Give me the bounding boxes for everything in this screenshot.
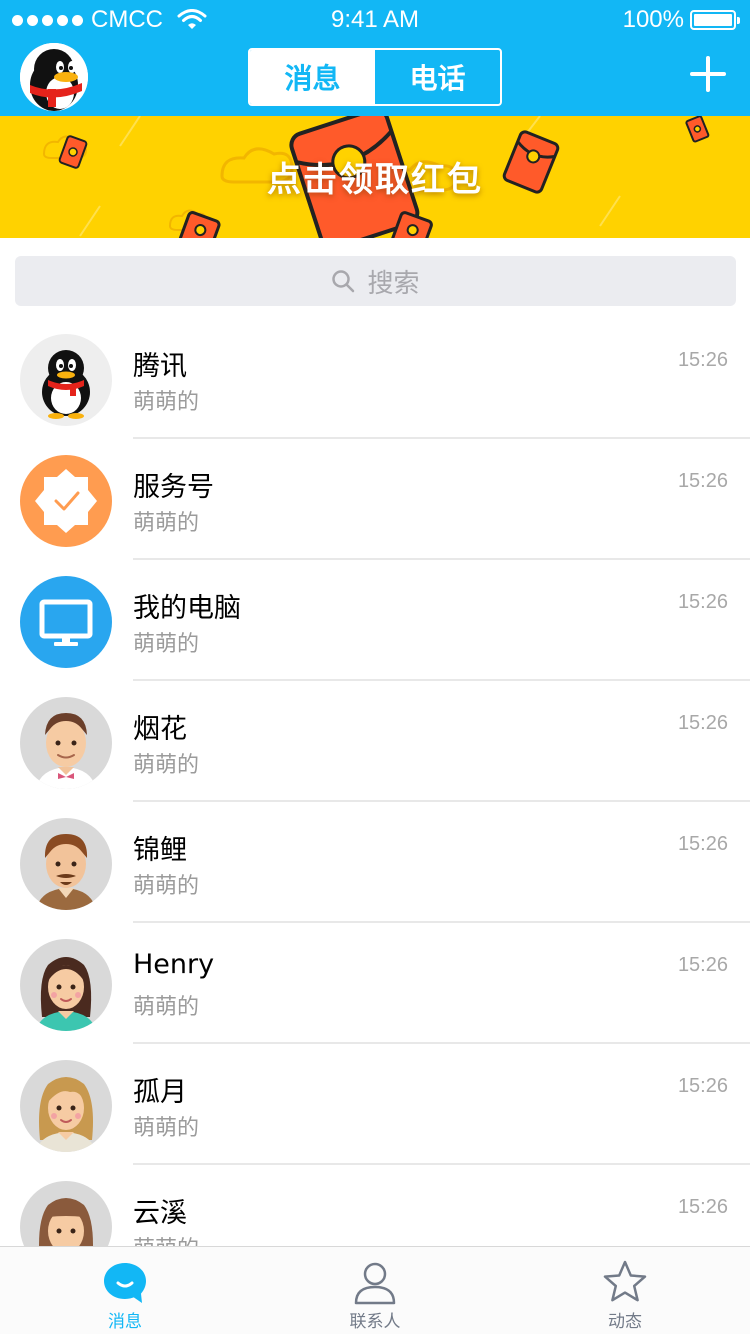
contacts-person-icon: [354, 1262, 396, 1305]
conversation-name: 孤月: [133, 1077, 187, 1108]
tab-label: 联系人: [349, 1312, 401, 1332]
conversation-time: 15:26: [677, 1196, 728, 1218]
tab-label: 消息: [108, 1312, 142, 1332]
star-icon: [603, 1260, 647, 1302]
status-bar: CMCC 9:41 AM 100%: [0, 0, 750, 40]
profile-avatar[interactable]: [20, 43, 88, 111]
conversation-item[interactable]: 孤月 萌萌的 15:26: [0, 1044, 750, 1165]
tab-contacts[interactable]: 联系人: [250, 1247, 500, 1334]
red-packet-banner[interactable]: 点击领取红包: [0, 116, 750, 238]
qq-penguin-icon: [20, 334, 112, 426]
conversation-time: 15:26: [677, 349, 728, 371]
conversation-name: 云溪: [133, 1198, 187, 1229]
qq-penguin-icon: [20, 43, 88, 111]
tab-messages[interactable]: 消息: [250, 50, 375, 104]
conversation-preview: 萌萌的: [133, 390, 200, 415]
conversation-item[interactable]: 烟花 萌萌的 15:26: [0, 681, 750, 802]
search-bar[interactable]: 搜索: [15, 256, 736, 306]
avatar: [20, 334, 112, 426]
header: CMCC 9:41 AM 100% 消息 电话: [0, 0, 750, 116]
avatar: [20, 576, 112, 668]
girl-avatar: [20, 1181, 112, 1246]
avatar: [20, 1060, 112, 1152]
conversation-item[interactable]: Henry 萌萌的 15:26: [0, 923, 750, 1044]
avatar: [20, 1181, 112, 1246]
tab-label: 动态: [608, 1312, 642, 1332]
conversation-item[interactable]: 锦鲤 萌萌的 15:26: [0, 802, 750, 923]
battery-percent: 100%: [622, 6, 684, 33]
conversation-name: 锦鲤: [133, 835, 187, 866]
conversation-item[interactable]: 云溪 萌萌的 15:26: [0, 1165, 750, 1246]
add-button[interactable]: [690, 56, 726, 92]
conversation-time: 15:26: [677, 591, 728, 613]
bottom-tab-bar: 消息 联系人 动态: [0, 1246, 750, 1334]
banner-title: 点击领取红包: [267, 160, 483, 200]
conversation-time: 15:26: [677, 1075, 728, 1097]
avatar: [20, 939, 112, 1031]
conversation-time: 15:26: [677, 954, 728, 976]
battery-icon: [690, 10, 740, 30]
conversation-name: 我的电脑: [133, 593, 241, 624]
conversation-time: 15:26: [677, 712, 728, 734]
status-right: 100%: [622, 6, 740, 34]
tab-messages-bottom[interactable]: 消息: [0, 1247, 250, 1334]
conversation-preview: 萌萌的: [133, 511, 200, 536]
tab-moments[interactable]: 动态: [500, 1247, 750, 1334]
tab-calls[interactable]: 电话: [375, 50, 500, 104]
man-avatar: [20, 697, 112, 789]
conversation-item[interactable]: 腾讯 萌萌的 15:26: [0, 318, 750, 439]
conversation-list: 腾讯 萌萌的 15:26 服务号 萌萌的 15:26 我的电脑 萌萌的 15:2…: [0, 318, 750, 1246]
conversation-preview: 萌萌的: [133, 1116, 200, 1141]
search-placeholder: 搜索: [367, 268, 420, 299]
conversation-item[interactable]: 我的电脑 萌萌的 15:26: [0, 560, 750, 681]
conversation-name: 烟花: [133, 714, 187, 745]
conversation-preview: 萌萌的: [133, 753, 200, 778]
conversation-preview: 萌萌的: [133, 632, 200, 657]
conversation-preview: 萌萌的: [133, 1231, 199, 1246]
avatar: [20, 697, 112, 789]
search-icon: [332, 270, 355, 293]
conversation-name: Henry: [133, 949, 215, 980]
bearded-man-avatar: [20, 818, 112, 910]
conversation-time: 15:26: [677, 470, 728, 492]
service-badge-icon: [20, 455, 112, 547]
conversation-preview: 萌萌的: [133, 995, 200, 1020]
message-bubble-icon: [104, 1263, 146, 1303]
conversation-name: 服务号: [133, 472, 214, 503]
red-packet-icon: [685, 116, 710, 143]
woman-avatar: [20, 939, 112, 1031]
conversation-item[interactable]: 服务号 萌萌的 15:26: [0, 439, 750, 560]
avatar: [20, 818, 112, 910]
conversation-time: 15:26: [677, 833, 728, 855]
avatar: [20, 455, 112, 547]
conversation-preview: 萌萌的: [133, 874, 200, 899]
conversation-name: 腾讯: [133, 351, 187, 382]
computer-monitor-icon: [20, 576, 112, 668]
blonde-woman-avatar: [20, 1060, 112, 1152]
qq-messages-screen: CMCC 9:41 AM 100% 消息 电话 点击领取红包 搜索 腾讯 萌萌的…: [0, 0, 750, 1334]
messages-calls-segmented-control: 消息 电话: [248, 48, 502, 106]
